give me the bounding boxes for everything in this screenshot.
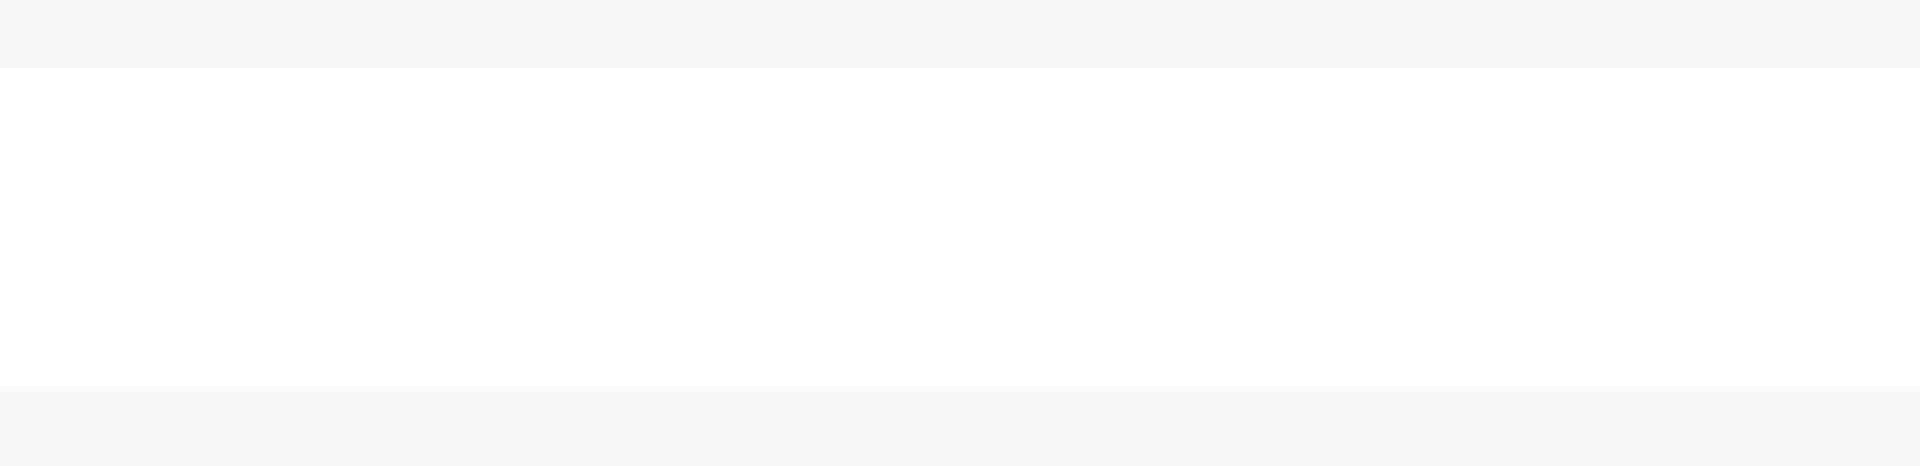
bottom-bar <box>0 392 1920 466</box>
top-bar <box>0 0 1920 68</box>
main-content-area <box>0 68 1920 386</box>
app-window <box>0 0 1920 468</box>
